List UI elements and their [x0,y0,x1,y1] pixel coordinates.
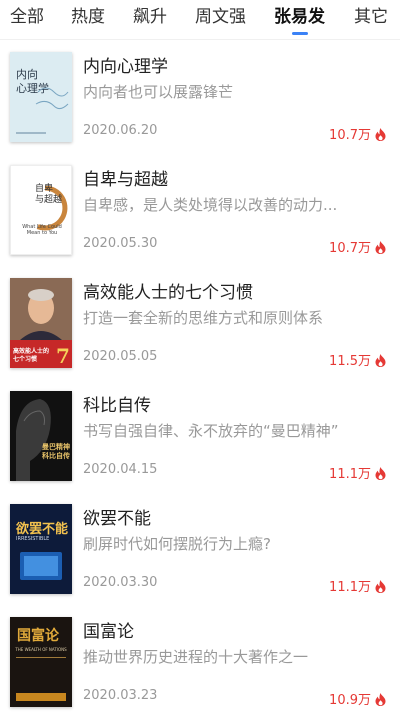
cover-illustration [16,657,66,701]
tab-zhou-wenqiang[interactable]: 周文强 [195,4,246,30]
tab-rising[interactable]: 飙升 [133,4,167,30]
book-subtitle: 内向者也可以展露锋芒 [83,83,234,101]
book-date: 2020.06.20 [83,123,158,138]
book-title: 科比自传 [83,396,151,416]
book-date: 2020.05.30 [83,236,158,251]
hot-count-value: 11.5万 [329,354,371,369]
tab-zhang-yifa[interactable]: 张易发 [274,4,325,30]
cover-title: 曼巴精神 科比自传 [42,443,70,460]
flame-icon [375,467,386,484]
book-title: 自卑与超越 [83,170,168,190]
book-date: 2020.03.23 [83,688,158,703]
book-item[interactable]: 国富论 THE WEALTH OF NATIONS 国富论 推动世界历史进程的十… [0,617,400,727]
book-subtitle: 刷屏时代如何摆脱行为上瘾? [83,535,271,553]
flame-icon [375,693,386,710]
hot-count-value: 10.7万 [329,128,371,143]
book-cover[interactable]: 内向 心理学 [10,52,72,142]
cover-number: 7 [56,344,70,368]
book-subtitle: 书写自强自律、永不放弃的“曼巴精神” [83,422,339,440]
hot-count: 11.1万 [329,576,386,597]
hot-count: 11.1万 [329,463,386,484]
book-subtitle: 推动世界历史进程的十大著作之一 [83,648,309,666]
cover-title: 自卑 与超越 [35,184,63,205]
tab-all[interactable]: 全部 [10,4,44,30]
book-item[interactable]: 欲罢不能 IRRESISTIBLE 欲罢不能 刷屏时代如何摆脱行为上瘾? 202… [0,504,400,614]
book-title: 欲罢不能 [83,509,151,529]
book-subtitle: 自卑感，是人类处境得以改善的动力... [83,196,338,214]
hot-count-value: 11.1万 [329,580,371,595]
active-tab-indicator [292,32,308,35]
book-item[interactable]: 高效能人士的 七个习惯 7 高效能人士的七个习惯 打造一套全新的思维方式和原则体… [0,278,400,388]
flame-icon [375,354,386,371]
book-subtitle: 打造一套全新的思维方式和原则体系 [83,309,324,327]
flame-icon [375,580,386,597]
book-item[interactable]: 内向 心理学 内向心理学 内向者也可以展露锋芒 2020.06.20 10.7万 [0,52,400,162]
book-date: 2020.05.05 [83,349,158,364]
cover-title: 高效能人士的 七个习惯 [13,348,50,363]
hot-count: 10.7万 [329,124,386,145]
book-cover[interactable]: 欲罢不能 IRRESISTIBLE [10,504,72,594]
hot-count-value: 11.1万 [329,467,371,482]
tab-other[interactable]: 其它 [354,4,388,30]
cover-illustration [16,399,51,481]
tab-popularity[interactable]: 热度 [71,4,105,30]
hot-count-value: 10.7万 [329,241,371,256]
book-date: 2020.03.30 [83,575,158,590]
book-cover[interactable]: 国富论 THE WEALTH OF NATIONS [10,617,72,707]
book-item[interactable]: 自卑 与超越 What Life Could Mean to You 自卑与超越… [0,165,400,275]
book-title: 国富论 [83,622,134,642]
flame-icon [375,241,386,258]
flame-icon [375,128,386,145]
book-cover[interactable]: 高效能人士的 七个习惯 7 [10,278,72,368]
hot-count: 10.9万 [329,689,386,710]
book-cover[interactable]: 曼巴精神 科比自传 [10,391,72,481]
cover-illustration [20,552,62,580]
hot-count: 10.7万 [329,237,386,258]
book-date: 2020.04.15 [83,462,158,477]
book-title: 高效能人士的七个习惯 [83,283,253,303]
category-tab-bar: 全部 热度 飙升 周文强 张易发 其它 [0,0,400,40]
hot-count: 11.5万 [329,350,386,371]
hot-count-value: 10.9万 [329,693,371,708]
book-title: 内向心理学 [83,57,168,77]
book-cover[interactable]: 自卑 与超越 What Life Could Mean to You [10,165,72,255]
cover-illustration [16,87,69,134]
cover-subtitle: What Life Could Mean to You [22,224,62,236]
cover-illustration [22,185,68,231]
book-item[interactable]: 曼巴精神 科比自传 科比自传 书写自强自律、永不放弃的“曼巴精神” 2020.0… [0,391,400,501]
